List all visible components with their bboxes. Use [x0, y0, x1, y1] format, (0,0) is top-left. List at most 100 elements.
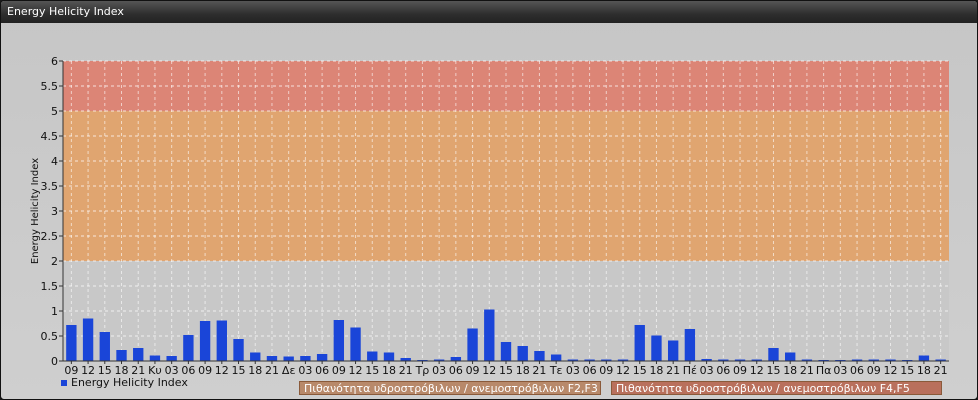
- y-tick-label: 5.5: [41, 80, 59, 93]
- bar: [316, 354, 328, 361]
- bar: [785, 352, 796, 361]
- bar: [99, 332, 110, 361]
- x-tick-label: 18: [917, 364, 931, 377]
- x-tick-label: 09: [198, 364, 212, 377]
- bar: [367, 351, 378, 361]
- y-tick-label: 6: [51, 55, 58, 68]
- x-tick-label: 09: [599, 364, 613, 377]
- x-tick-label: 09: [867, 364, 881, 377]
- x-tick-label: 21: [934, 364, 948, 377]
- x-tick-label: Πέ: [683, 364, 697, 377]
- x-tick-label: 21: [532, 364, 546, 377]
- x-tick-label: Πα: [816, 364, 832, 377]
- bar: [300, 356, 311, 361]
- x-tick-label: 15: [232, 364, 246, 377]
- bar: [383, 352, 395, 361]
- bar: [667, 340, 679, 361]
- x-tick-label: 15: [766, 364, 780, 377]
- y-tick-label: 3.5: [41, 180, 59, 193]
- x-tick-label: 12: [616, 364, 630, 377]
- y-tick-label: 1.5: [41, 280, 59, 293]
- legend-label: Energy Helicity Index: [71, 376, 188, 389]
- x-tick-label: 09: [332, 364, 346, 377]
- bar: [199, 321, 211, 361]
- bar: [250, 352, 261, 361]
- bar: [450, 357, 462, 361]
- y-tick-label: 2: [51, 255, 58, 268]
- probability-box-f4f5: Πιθανότητα υδροστρόβιλων / ανεμοστρόβιλω…: [611, 381, 942, 395]
- y-tick-label: 0.5: [41, 330, 59, 343]
- bar: [550, 354, 562, 361]
- x-tick-label: 21: [800, 364, 814, 377]
- y-tick-label: 4.5: [41, 130, 59, 143]
- x-tick-label: 03: [833, 364, 847, 377]
- bar: [651, 335, 662, 361]
- bar: [216, 320, 227, 361]
- x-tick-label: 15: [633, 364, 647, 377]
- x-tick-label: 03: [700, 364, 714, 377]
- x-tick-label: Τε: [549, 364, 563, 377]
- x-tick-label: 15: [499, 364, 513, 377]
- x-tick-label: 03: [566, 364, 580, 377]
- y-tick-label: 4: [51, 155, 58, 168]
- x-tick-label: 21: [399, 364, 413, 377]
- legend-entry: Energy Helicity Index: [61, 376, 188, 389]
- x-tick-label: 03: [298, 364, 312, 377]
- x-tick-label: 12: [883, 364, 897, 377]
- bar: [116, 350, 127, 361]
- x-tick-label: 12: [750, 364, 764, 377]
- x-tick-label: 06: [716, 364, 730, 377]
- bar: [534, 351, 545, 361]
- x-tick-label: 18: [649, 364, 663, 377]
- bar: [517, 346, 528, 361]
- y-tick-label: 1: [51, 305, 58, 318]
- x-tick-label: 18: [783, 364, 797, 377]
- x-tick-label: Τρ: [415, 364, 430, 377]
- x-tick-label: 06: [850, 364, 864, 377]
- ehi-chart: 00.511.522.533.544.555.5609 12 15 18 21 Κυ 03 0…: [30, 55, 949, 377]
- x-tick-label: 12: [349, 364, 363, 377]
- probability-box-f2f3: Πιθανότητα υδροστρόβιλων / ανεμοστρόβιλω…: [299, 381, 601, 395]
- bar: [918, 355, 930, 361]
- bar: [684, 329, 696, 361]
- bar: [484, 309, 495, 361]
- bar: [66, 325, 77, 361]
- bar: [82, 318, 94, 361]
- x-tick-label: 06: [315, 364, 329, 377]
- x-tick-label: 06: [449, 364, 463, 377]
- x-tick-label: 03: [432, 364, 446, 377]
- bar: [166, 356, 177, 361]
- y-tick-label: 2.5: [41, 230, 59, 243]
- bar: [350, 327, 361, 361]
- legend-swatch: [61, 379, 67, 386]
- x-tick-label: 12: [215, 364, 229, 377]
- bar: [634, 325, 645, 361]
- bar: [266, 356, 278, 361]
- bar: [133, 348, 144, 361]
- chart-panel: Energy Helicity Index 0 0.5 1 1.5 2 2.5 3 3.5 4 4…: [0, 0, 978, 400]
- bar: [233, 339, 244, 361]
- bar: [768, 348, 779, 361]
- y-tick-label: 0: [51, 355, 58, 368]
- bar: [500, 342, 512, 361]
- x-tick-label: 09: [466, 364, 480, 377]
- x-tick-label: 12: [482, 364, 496, 377]
- x-tick-label: Δε: [282, 364, 296, 377]
- bar: [183, 335, 194, 361]
- x-tick-label: 18: [516, 364, 530, 377]
- x-tick-label: 18: [248, 364, 262, 377]
- y-tick-label: 5: [51, 105, 58, 118]
- x-tick-label: 15: [365, 364, 379, 377]
- x-tick-label: 21: [666, 364, 680, 377]
- bar: [149, 355, 161, 361]
- x-tick-label: 21: [265, 364, 279, 377]
- y-tick-label: 3: [51, 205, 58, 218]
- bar: [283, 356, 294, 361]
- x-tick-label: 18: [382, 364, 396, 377]
- bar: [467, 328, 478, 361]
- y-axis-label: Energy Helicity Index: [30, 158, 41, 264]
- bar: [333, 320, 345, 361]
- x-tick-label: 15: [900, 364, 914, 377]
- x-tick-label: 09: [733, 364, 747, 377]
- x-tick-label: 06: [583, 364, 597, 377]
